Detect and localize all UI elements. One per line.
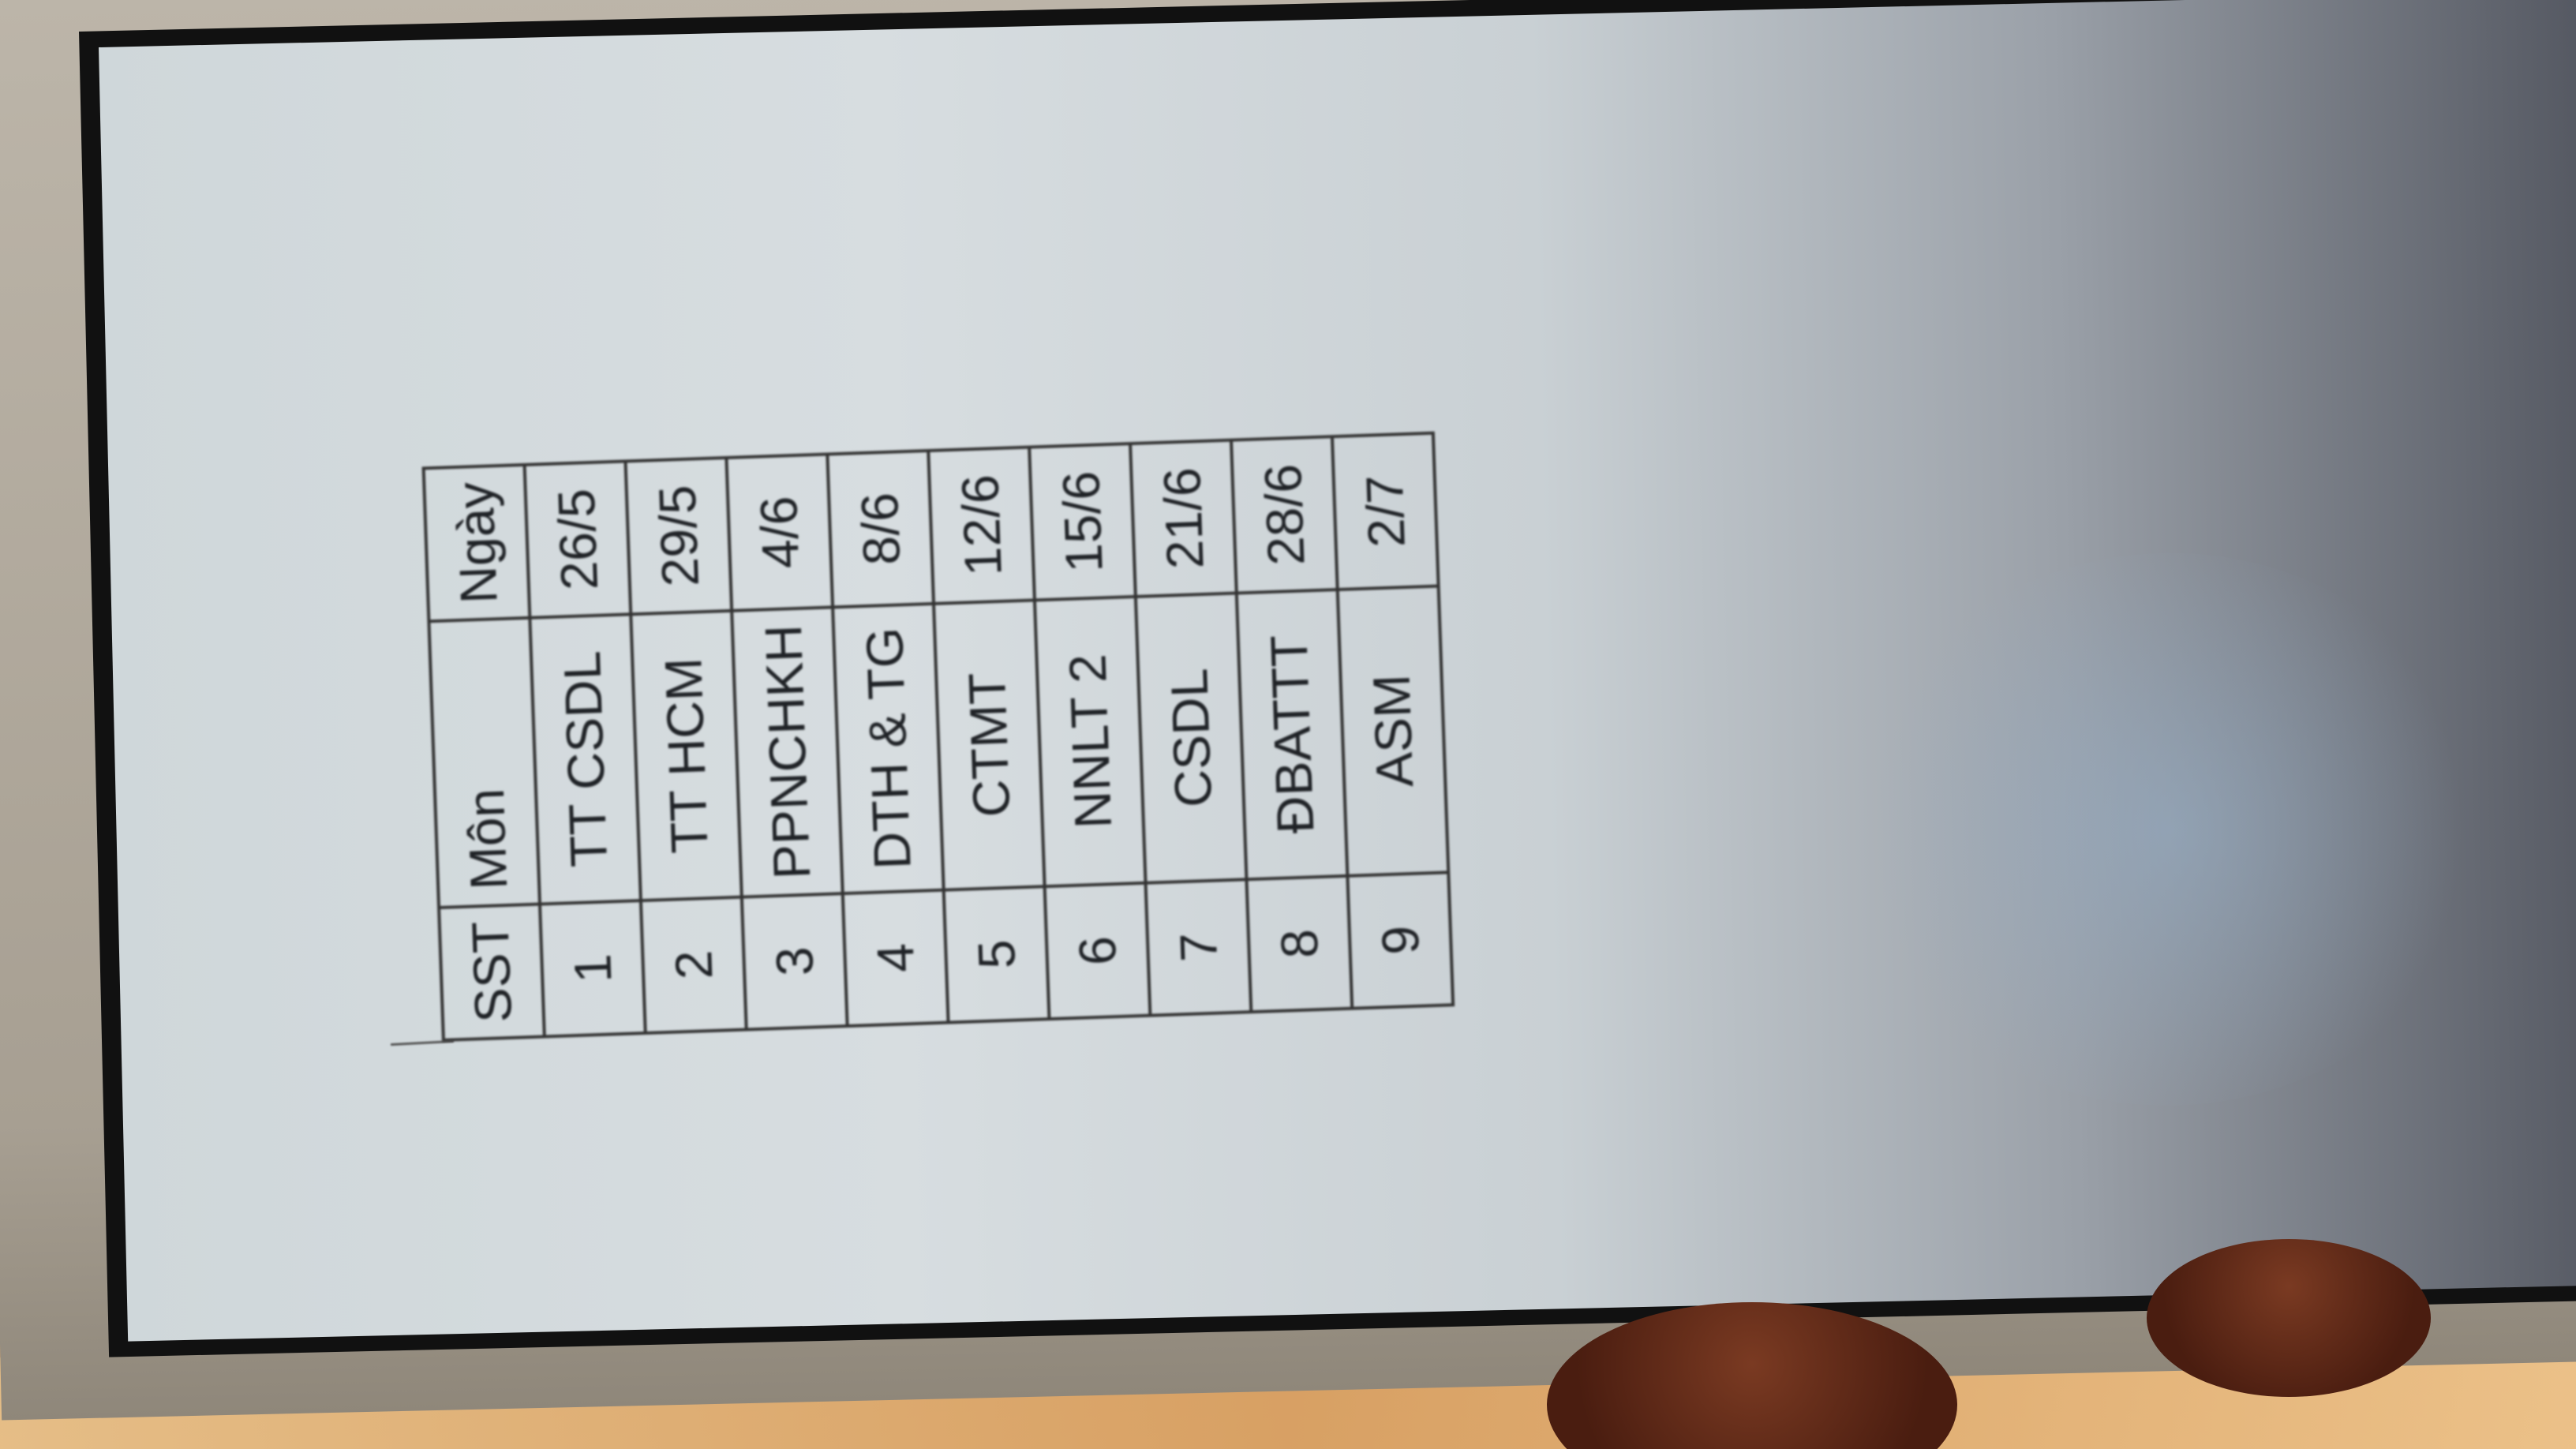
cell-mon: NNLT 2 [1034,596,1146,886]
cell-ngay: 4/6 [726,454,833,611]
cell-ngay: 21/6 [1130,440,1237,597]
cell-sst: 6 [1044,882,1151,1020]
header-ngay: Ngày [423,464,530,622]
cell-sst: 2 [640,897,747,1033]
screen-glare [1847,545,2491,1113]
cell-mon: DTH & TG [833,603,944,893]
finger [2147,1239,2431,1397]
table-row: 3 PPNCHKH 4/6 [726,454,848,1030]
cell-ngay: 28/6 [1230,436,1338,593]
cell-ngay: 29/5 [625,457,732,615]
table-row: 1 TT CSDL 26/5 [524,461,646,1037]
cell-sst: 5 [943,886,1050,1023]
cell-ngay: 26/5 [524,461,631,618]
table-row: 6 NNLT 2 15/6 [1029,443,1151,1020]
header-sst: SST [439,904,545,1040]
cell-sst: 8 [1246,875,1353,1013]
cell-ngay: 15/6 [1029,443,1136,601]
table-row: 7 CSDL 21/6 [1130,440,1252,1016]
cell-sst: 9 [1347,872,1454,1009]
cell-mon: CSDL [1135,593,1247,883]
cell-sst: 3 [741,893,848,1030]
table-row: 9 ASM 2/7 [1331,432,1454,1009]
cell-sst: 4 [842,889,949,1027]
cell-ngay: 2/7 [1331,432,1439,590]
table-row: 2 TT HCM 29/5 [625,457,747,1033]
table-row: 4 DTH & TG 8/6 [827,450,949,1027]
schedule-table: SST Môn Ngày 1 TT CSDL 26/5 2 TT HCM 29/… [422,431,1455,1042]
table-wrapper: SST Môn Ngày 1 TT CSDL 26/5 2 TT HCM 29/… [422,431,1455,1042]
table-row: 8 ĐBATTT 28/6 [1230,436,1353,1013]
cell-mon: ASM [1337,586,1449,876]
cell-sst: 7 [1145,878,1252,1016]
cell-mon: TT HCM [631,610,742,900]
cell-mon: PPNCHKH [732,607,843,897]
header-mon: Môn [429,617,540,908]
cell-mon: CTMT [934,600,1045,890]
table-header-row: SST Môn Ngày [423,464,545,1040]
cell-mon: TT CSDL [530,614,641,904]
photo-scene: SST Môn Ngày 1 TT CSDL 26/5 2 TT HCM 29/… [0,0,2576,1449]
cell-ngay: 12/6 [928,447,1035,604]
cell-mon: ĐBATTT [1236,589,1348,879]
cell-ngay: 8/6 [827,450,934,608]
table-row: 5 CTMT 12/6 [928,447,1050,1023]
cell-sst: 1 [539,900,646,1037]
